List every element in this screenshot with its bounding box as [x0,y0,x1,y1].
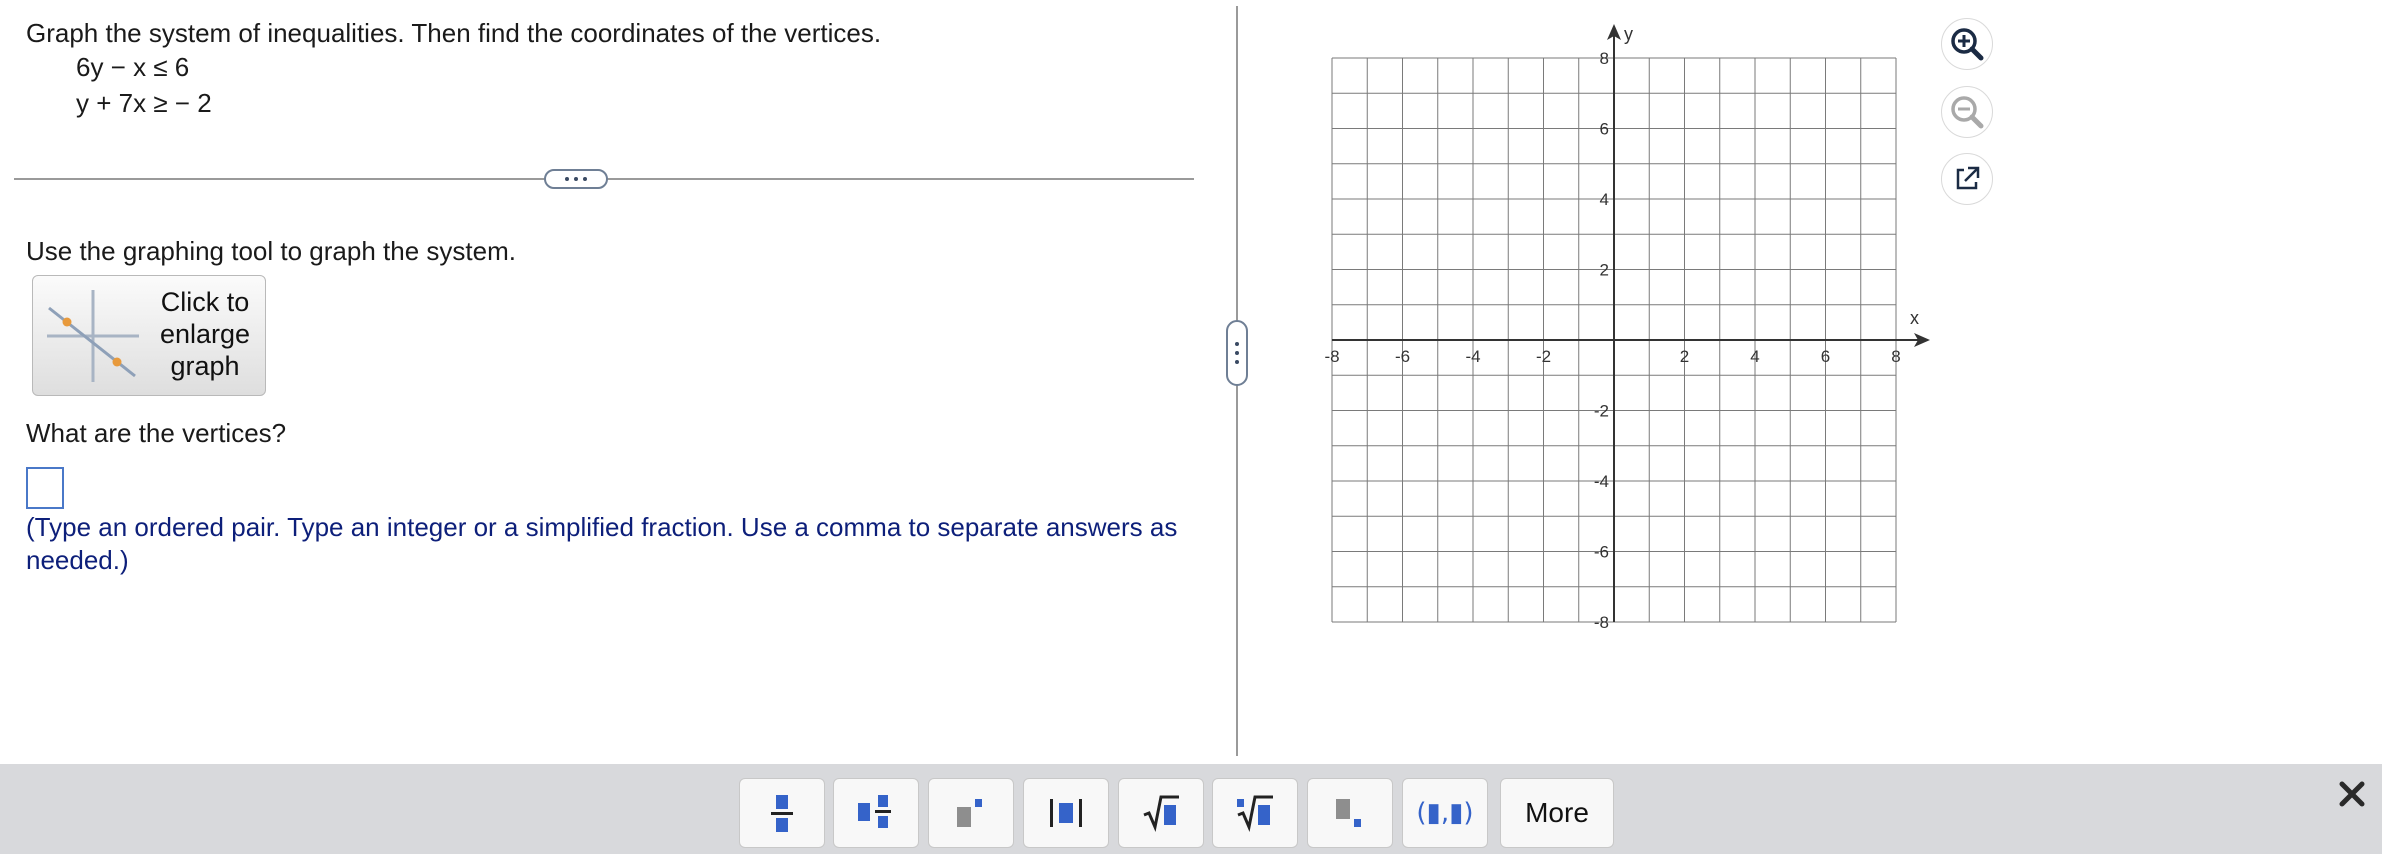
zoom-in-icon [1951,28,1984,61]
y-tick-label: 6 [1600,120,1609,139]
subscript-icon [1336,799,1361,827]
x-tick-label: 6 [1821,347,1830,366]
coordinate-grid[interactable]: x y -8 -6 -4 -2 2 4 6 8 8 6 4 2 -2 -4 -6 -8 [1310,16,1940,646]
x-tick-label: -6 [1395,347,1410,366]
x-tick-label: 4 [1750,347,1759,366]
close-icon [2339,781,2365,807]
question-title: Graph the system of inequalities. Then f… [26,18,882,48]
mixed-number-button[interactable] [833,778,919,848]
dot-icon [1235,342,1239,346]
dot-icon [574,177,578,181]
ordered-pair-icon: (▮,▮) [1416,798,1474,828]
math-toolbar: (▮,▮) More [0,764,2382,854]
y-tick-label: -2 [1594,402,1609,421]
more-button[interactable]: More [1500,778,1614,848]
dot-icon [583,177,587,181]
y-tick-label: -4 [1594,472,1609,491]
y-tick-label: 8 [1600,49,1609,68]
square-root-button[interactable] [1118,778,1204,848]
square-root-icon [1143,795,1179,833]
x-tick-label: 8 [1891,347,1900,366]
dot-icon [1235,360,1239,364]
inequality-1: 6y − x ≤ 6 [76,52,190,82]
nth-root-button[interactable] [1212,778,1298,848]
close-toolbar-button[interactable] [2334,776,2370,812]
y-tick-label: 4 [1600,190,1609,209]
graph-instruction: Use the graphing tool to graph the syste… [26,236,516,266]
enlarge-graph-button[interactable]: Click to enlarge graph [32,275,266,396]
nth-root-icon [1237,795,1273,833]
subscript-button[interactable] [1307,778,1393,848]
dot-icon [1235,351,1239,355]
zoom-in-button[interactable] [1941,18,1993,70]
graph-thumbnail-icon [47,290,139,382]
y-tick-label: -8 [1594,613,1609,632]
exponent-icon [957,799,982,827]
absolute-value-button[interactable] [1023,778,1109,848]
ordered-pair-button[interactable]: (▮,▮) [1402,778,1488,848]
enlarge-graph-label: Click to enlarge graph [159,287,251,381]
y-tick-label: 2 [1600,261,1609,280]
exponent-button[interactable] [928,778,1014,848]
fraction-button[interactable] [739,778,825,848]
y-axis-label: y [1624,24,1633,44]
absolute-value-icon [1050,799,1082,827]
x-tick-label: -4 [1465,347,1480,366]
x-tick-label: -2 [1536,347,1551,366]
answer-input[interactable] [26,467,64,509]
collapse-button[interactable] [544,169,608,189]
x-axis-label: x [1910,308,1919,328]
fraction-icon [771,795,793,832]
vertices-question: What are the vertices? [26,418,287,448]
zoom-out-icon [1951,96,1984,129]
y-tick-label: -6 [1594,543,1609,562]
pane-splitter-handle[interactable] [1226,320,1248,386]
open-external-button[interactable] [1941,153,1993,205]
inequality-2: y + 7x ≥ − 2 [76,88,212,118]
mixed-number-icon [858,795,891,828]
graph-area[interactable]: x y -8 -6 -4 -2 2 4 6 8 8 6 4 2 -2 -4 -6 -8 [1310,16,1940,651]
question-pane: Graph the system of inequalities. Then f… [0,0,1236,764]
x-tick-label: -8 [1324,347,1339,366]
external-link-icon [1956,166,1980,190]
x-tick-label: 2 [1680,347,1689,366]
answer-hint: (Type an ordered pair. Type an integer o… [26,512,1178,575]
dot-icon [565,177,569,181]
zoom-out-button[interactable] [1941,86,1993,138]
